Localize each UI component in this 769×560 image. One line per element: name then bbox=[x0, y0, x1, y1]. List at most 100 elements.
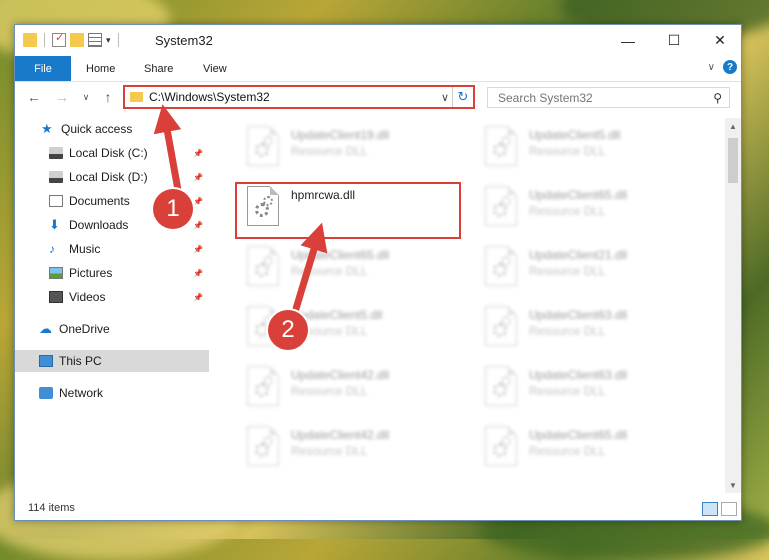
search-box[interactable]: ⚲ bbox=[487, 87, 730, 108]
download-icon: ⬇ bbox=[49, 217, 60, 232]
view-switcher bbox=[702, 502, 737, 516]
file-item[interactable]: UpdateClient65.dll Resource DLL bbox=[477, 182, 707, 234]
tab-home[interactable]: Home bbox=[86, 56, 115, 81]
sidebar-item-music[interactable]: ♪ Music 📌 bbox=[15, 238, 209, 260]
step-2-badge: 2 bbox=[268, 310, 308, 350]
details-view-icon[interactable] bbox=[702, 502, 718, 516]
file-item[interactable]: UpdateClient42.dll Resource DLL bbox=[239, 362, 469, 414]
sidebar-item-pictures[interactable]: Pictures 📌 bbox=[15, 262, 209, 284]
dll-file-icon bbox=[485, 186, 517, 226]
toolbar-separator bbox=[117, 33, 119, 47]
item-count: 114 items bbox=[28, 502, 75, 514]
file-item[interactable]: UpdateClient63.dll Resource DLL bbox=[477, 302, 707, 354]
up-button[interactable]: ↑ bbox=[99, 88, 117, 106]
sidebar-item-onedrive[interactable]: ☁ OneDrive bbox=[15, 318, 209, 340]
pin-icon[interactable]: 📌 bbox=[193, 173, 203, 182]
pictures-icon bbox=[49, 267, 63, 279]
sidebar-item-label: Documents bbox=[69, 194, 130, 208]
scroll-thumb[interactable] bbox=[728, 138, 738, 183]
customize-icon[interactable] bbox=[88, 33, 102, 47]
large-icons-view-icon[interactable] bbox=[721, 502, 737, 516]
gear-icon bbox=[263, 136, 273, 146]
address-bar[interactable]: C:\Windows\System32 ∨ ↻ bbox=[123, 85, 475, 109]
music-icon: ♪ bbox=[49, 242, 55, 256]
sidebar-item-quick-access[interactable]: ★ Quick access bbox=[15, 118, 209, 140]
gear-icon bbox=[263, 436, 273, 446]
file-name: UpdateClient65.dll bbox=[291, 248, 390, 262]
sidebar-item-label: Pictures bbox=[69, 266, 113, 280]
chevron-down-icon[interactable]: ▾ bbox=[106, 35, 111, 46]
pin-icon[interactable]: 📌 bbox=[193, 269, 203, 278]
tab-file[interactable]: File bbox=[15, 56, 71, 81]
pin-icon[interactable]: 📌 bbox=[193, 197, 203, 206]
file-item[interactable]: UpdateClient42.dll Resource DLL bbox=[239, 422, 469, 474]
chevron-down-icon[interactable]: ∨ bbox=[438, 91, 452, 104]
dll-file-icon bbox=[485, 426, 517, 466]
file-name: UpdateClient5.dll bbox=[529, 128, 621, 142]
minimize-button[interactable]: — bbox=[605, 25, 651, 56]
properties-icon[interactable]: ✓ bbox=[52, 32, 66, 47]
sidebar-item-local-disk-d[interactable]: Local Disk (D:) 📌 bbox=[15, 166, 209, 188]
dll-file-icon bbox=[247, 426, 279, 466]
scroll-down-icon[interactable]: ▼ bbox=[725, 477, 741, 493]
scroll-up-icon[interactable]: ▲ bbox=[725, 118, 741, 134]
file-item[interactable]: UpdateClient19.dll Resource DLL bbox=[239, 122, 469, 174]
file-item[interactable]: UpdateClient5.dll Resource DLL bbox=[477, 122, 707, 174]
recent-locations-button[interactable]: ∨ bbox=[77, 88, 95, 106]
selected-file-highlight bbox=[235, 182, 461, 239]
drive-icon bbox=[49, 171, 63, 183]
file-type: Resource DLL bbox=[529, 324, 606, 338]
refresh-icon[interactable]: ↻ bbox=[452, 87, 473, 107]
dll-file-icon bbox=[247, 366, 279, 406]
tab-share[interactable]: Share bbox=[144, 56, 173, 81]
expand-ribbon-icon[interactable]: ∨ bbox=[708, 62, 715, 73]
gear-icon bbox=[501, 136, 511, 146]
pin-icon[interactable]: 📌 bbox=[193, 245, 203, 254]
sidebar-item-this-pc[interactable]: This PC bbox=[15, 350, 209, 372]
sidebar-item-network[interactable]: Network bbox=[15, 382, 209, 404]
navigation-pane: ★ Quick access Local Disk (C:) 📌 Local Disk … bbox=[15, 118, 209, 493]
file-name: UpdateClient42.dll bbox=[291, 428, 390, 442]
folder-icon bbox=[130, 92, 143, 102]
forward-button[interactable]: → bbox=[53, 88, 71, 106]
search-input[interactable] bbox=[496, 89, 710, 106]
dll-file-icon bbox=[485, 126, 517, 166]
pin-icon[interactable]: 📌 bbox=[193, 293, 203, 302]
ribbon: File Home Share View ∨ ? bbox=[15, 56, 741, 82]
file-item[interactable]: UpdateClient21.dll Resource DLL bbox=[477, 242, 707, 294]
computer-icon bbox=[39, 355, 53, 367]
file-explorer-window: ✓ ▾ System32 — ☐ ✕ File Home Share View … bbox=[14, 24, 742, 521]
dll-file-icon bbox=[485, 306, 517, 346]
pin-icon[interactable]: 📌 bbox=[193, 221, 203, 230]
file-name: UpdateClient63.dll bbox=[529, 368, 628, 382]
sidebar-item-label: This PC bbox=[59, 354, 102, 368]
sidebar-item-label: OneDrive bbox=[59, 322, 110, 336]
back-button[interactable]: ← bbox=[25, 88, 43, 106]
search-icon[interactable]: ⚲ bbox=[713, 91, 722, 105]
maximize-button[interactable]: ☐ bbox=[651, 25, 697, 56]
dll-file-icon bbox=[485, 246, 517, 286]
address-path[interactable]: C:\Windows\System32 bbox=[149, 90, 438, 104]
file-name: UpdateClient19.dll bbox=[291, 128, 390, 142]
step-1-badge: 1 bbox=[153, 189, 193, 229]
vertical-scrollbar[interactable]: ▲ ▼ bbox=[725, 118, 741, 493]
sidebar-item-videos[interactable]: Videos 📌 bbox=[15, 286, 209, 308]
file-item[interactable]: UpdateClient65.dll Resource DLL bbox=[477, 422, 707, 474]
tab-view[interactable]: View bbox=[203, 56, 227, 81]
cloud-icon: ☁ bbox=[39, 321, 52, 336]
navigation-bar: ← → ∨ ↑ C:\Windows\System32 ∨ ↻ ⚲ bbox=[15, 82, 741, 114]
file-item[interactable]: UpdateClient65.dll Resource DLL bbox=[239, 242, 469, 294]
file-item[interactable]: UpdateClient63.dll Resource DLL bbox=[477, 362, 707, 414]
network-icon bbox=[39, 387, 53, 399]
sidebar-item-local-disk-c[interactable]: Local Disk (C:) 📌 bbox=[15, 142, 209, 164]
close-button[interactable]: ✕ bbox=[697, 25, 743, 56]
gear-icon bbox=[263, 256, 273, 266]
documents-icon bbox=[49, 195, 63, 207]
toolbar-separator bbox=[44, 33, 45, 47]
pin-icon[interactable]: 📌 bbox=[193, 149, 203, 158]
file-type: Resource DLL bbox=[529, 384, 606, 398]
quick-access-toolbar: ✓ ▾ bbox=[23, 32, 122, 47]
status-bar: 114 items bbox=[15, 498, 741, 520]
new-folder-icon[interactable] bbox=[70, 33, 84, 47]
help-button[interactable]: ? bbox=[723, 60, 737, 74]
